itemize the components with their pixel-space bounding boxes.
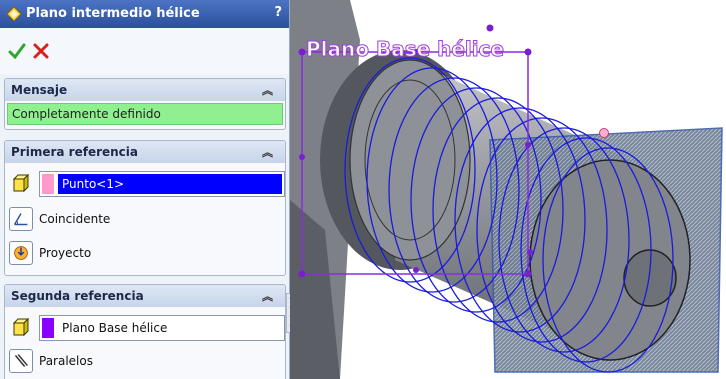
yellow-cube-icon xyxy=(12,317,30,337)
property-manager: Plano intermedio hélice ? Mensaje ︽ Comp… xyxy=(0,0,290,379)
message-group: Mensaje ︽ Completamente definido xyxy=(4,78,286,130)
message-group-header[interactable]: Mensaje ︽ xyxy=(5,79,285,101)
selection-color-swatch xyxy=(42,174,54,194)
parallel-option[interactable]: Paralelos xyxy=(9,349,209,375)
first-reference-selection-row: Punto<1> xyxy=(9,171,285,197)
help-button[interactable]: ? xyxy=(274,5,282,20)
cancel-button[interactable] xyxy=(32,42,50,60)
action-row xyxy=(0,28,289,74)
graphics-viewport[interactable]: Plano Base hélice xyxy=(290,0,726,379)
selection-color-swatch xyxy=(42,318,54,338)
yellow-cube-icon xyxy=(12,173,30,193)
panel-title: Plano intermedio hélice xyxy=(26,6,200,21)
project-label: Proyecto xyxy=(39,246,92,260)
parallel-label: Paralelos xyxy=(39,354,93,368)
message-group-title: Mensaje xyxy=(11,83,68,97)
selected-point-marker[interactable] xyxy=(599,128,609,138)
plane-feature-icon xyxy=(6,6,22,22)
coincident-label: Coincidente xyxy=(39,212,111,226)
project-icon[interactable] xyxy=(9,241,33,265)
second-reference-group: Segunda referencia ︽ Plano Base hélice P… xyxy=(4,284,286,379)
chevron-up-icon[interactable]: ︽ xyxy=(262,82,273,98)
second-reference-header[interactable]: Segunda referencia ︽ xyxy=(5,285,285,307)
first-reference-group: Primera referencia ︽ Punto<1> Coincident… xyxy=(4,140,286,276)
coincident-icon[interactable] xyxy=(9,207,33,231)
second-reference-value: Plano Base hélice xyxy=(62,321,168,335)
second-reference-field[interactable]: Plano Base hélice xyxy=(39,315,285,341)
first-reference-field[interactable]: Punto<1> xyxy=(39,171,285,197)
panel-title-bar: Plano intermedio hélice ? xyxy=(0,0,289,28)
first-reference-header[interactable]: Primera referencia ︽ xyxy=(5,141,285,163)
second-reference-selection-row: Plano Base hélice xyxy=(9,315,285,341)
project-option[interactable]: Proyecto xyxy=(9,241,209,267)
status-message: Completamente definido xyxy=(7,103,283,125)
coincident-option[interactable]: Coincidente xyxy=(9,207,209,233)
checkmark-icon xyxy=(8,43,26,60)
plane-label: Plano Base hélice xyxy=(306,37,504,61)
first-reference-title: Primera referencia xyxy=(11,145,139,159)
chevron-up-icon[interactable]: ︽ xyxy=(262,144,273,160)
parallel-icon[interactable] xyxy=(9,349,33,373)
second-reference-title: Segunda referencia xyxy=(11,289,144,303)
cylinder-hole xyxy=(623,249,677,307)
x-icon xyxy=(33,43,49,59)
chevron-up-icon[interactable]: ︽ xyxy=(262,288,273,304)
ok-button[interactable] xyxy=(8,42,26,60)
first-reference-value: Punto<1> xyxy=(58,174,282,194)
